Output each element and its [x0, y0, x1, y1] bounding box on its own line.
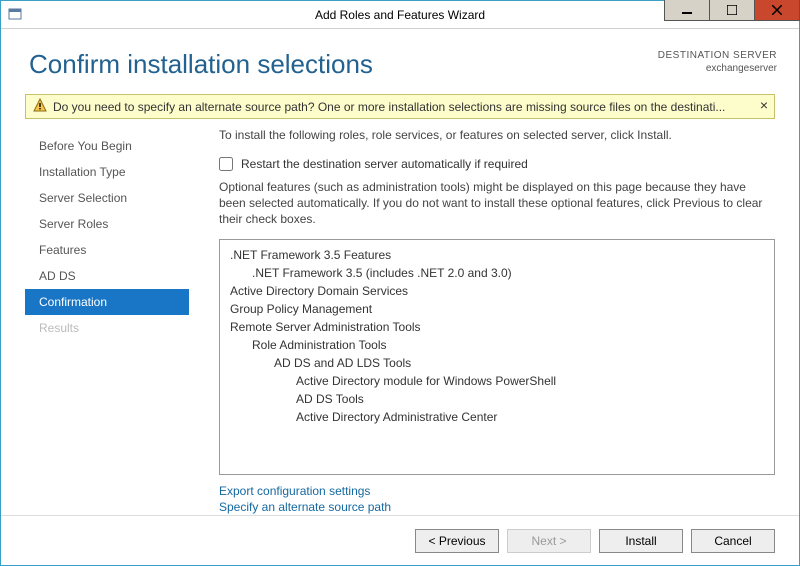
- next-button: Next >: [507, 529, 591, 553]
- warning-text: Do you need to specify an alternate sour…: [53, 100, 767, 114]
- list-item: Active Directory Domain Services: [230, 282, 764, 300]
- warning-icon: [33, 98, 47, 115]
- export-config-link[interactable]: Export configuration settings: [219, 483, 775, 499]
- list-item: Active Directory Administrative Center: [230, 408, 764, 426]
- destination-info: DESTINATION SERVER exchangeserver: [658, 49, 777, 75]
- title-bar: Add Roles and Features Wizard: [1, 1, 799, 29]
- install-button[interactable]: Install: [599, 529, 683, 553]
- button-row: < Previous Next > Install Cancel: [1, 515, 799, 565]
- sidebar-item-results: Results: [25, 315, 189, 341]
- alternate-source-link[interactable]: Specify an alternate source path: [219, 499, 775, 515]
- previous-button[interactable]: < Previous: [415, 529, 499, 553]
- list-item: Active Directory module for Windows Powe…: [230, 372, 764, 390]
- page-title: Confirm installation selections: [29, 49, 658, 80]
- wizard-body: Confirm installation selections DESTINAT…: [1, 29, 799, 565]
- sidebar-item-features[interactable]: Features: [25, 237, 189, 263]
- main-row: Before You BeginInstallation TypeServer …: [1, 123, 799, 515]
- restart-checkbox-row[interactable]: Restart the destination server automatic…: [219, 157, 775, 171]
- restart-checkbox[interactable]: [219, 157, 233, 171]
- warning-close-icon[interactable]: ×: [760, 99, 768, 111]
- list-item: .NET Framework 3.5 Features: [230, 246, 764, 264]
- window-icon: [1, 7, 23, 23]
- optional-features-note: Optional features (such as administratio…: [219, 179, 775, 227]
- sidebar-item-server-roles[interactable]: Server Roles: [25, 211, 189, 237]
- maximize-button[interactable]: [709, 0, 755, 21]
- list-item: AD DS and AD LDS Tools: [230, 354, 764, 372]
- sidebar-item-installation-type[interactable]: Installation Type: [25, 159, 189, 185]
- wizard-window: Add Roles and Features Wizard Confirm in…: [0, 0, 800, 566]
- restart-checkbox-label: Restart the destination server automatic…: [241, 157, 528, 171]
- window-controls: [664, 1, 799, 28]
- alternate-source-warning: Do you need to specify an alternate sour…: [25, 94, 775, 119]
- minimize-button[interactable]: [664, 0, 710, 21]
- list-item: .NET Framework 3.5 (includes .NET 2.0 an…: [230, 264, 764, 282]
- cancel-button[interactable]: Cancel: [691, 529, 775, 553]
- destination-server-name: exchangeserver: [658, 62, 777, 75]
- sidebar-item-server-selection[interactable]: Server Selection: [25, 185, 189, 211]
- destination-label: DESTINATION SERVER: [658, 49, 777, 62]
- close-button[interactable]: [754, 0, 800, 21]
- selections-listbox[interactable]: .NET Framework 3.5 Features.NET Framewor…: [219, 239, 775, 475]
- sidebar-item-confirmation[interactable]: Confirmation: [25, 289, 189, 315]
- wizard-steps-sidebar: Before You BeginInstallation TypeServer …: [25, 127, 189, 515]
- sidebar-item-ad-ds[interactable]: AD DS: [25, 263, 189, 289]
- content-pane: To install the following roles, role ser…: [189, 127, 775, 515]
- list-item: AD DS Tools: [230, 390, 764, 408]
- list-item: Group Policy Management: [230, 300, 764, 318]
- header-row: Confirm installation selections DESTINAT…: [1, 29, 799, 94]
- intro-text: To install the following roles, role ser…: [219, 127, 775, 143]
- sidebar-item-before-you-begin[interactable]: Before You Begin: [25, 133, 189, 159]
- list-item: Role Administration Tools: [230, 336, 764, 354]
- list-item: Remote Server Administration Tools: [230, 318, 764, 336]
